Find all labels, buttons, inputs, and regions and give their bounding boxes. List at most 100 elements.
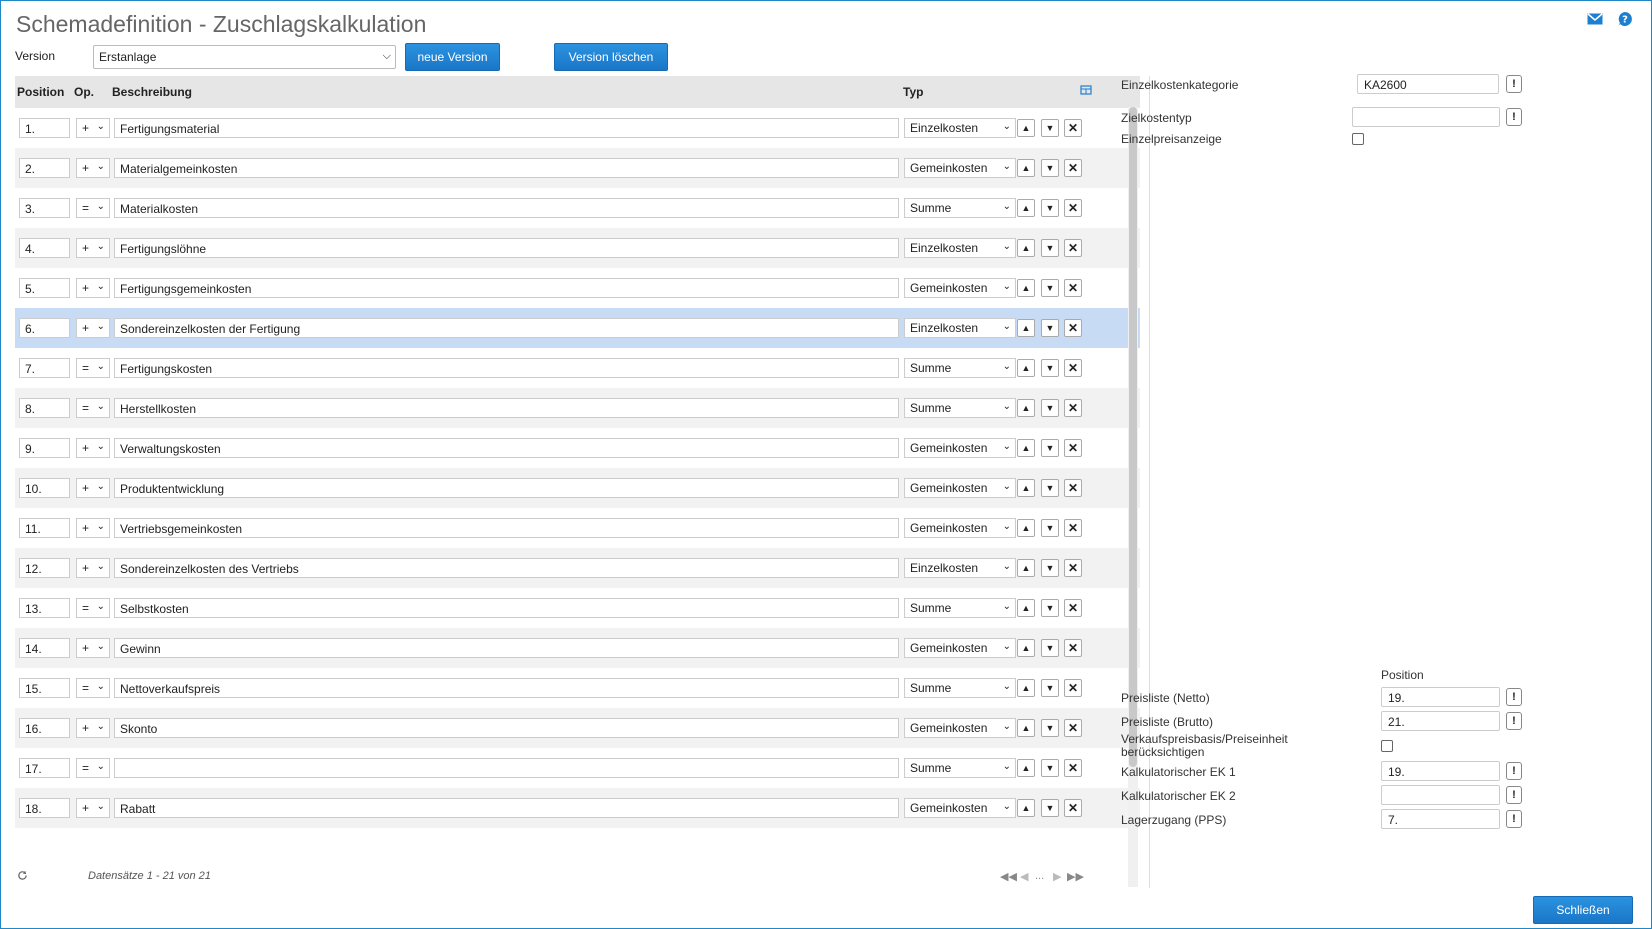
position-field[interactable]: 5. — [19, 278, 70, 298]
move-up-icon[interactable]: ▲ — [1017, 519, 1035, 537]
position-field[interactable]: 18. — [19, 798, 70, 818]
move-down-icon[interactable]: ▼ — [1041, 279, 1059, 297]
move-down-icon[interactable]: ▼ — [1041, 199, 1059, 217]
move-down-icon[interactable]: ▼ — [1041, 399, 1059, 417]
description-field[interactable]: Verwaltungskosten — [114, 438, 899, 458]
kalk-ek2-info-icon[interactable]: ! — [1506, 786, 1522, 804]
move-down-icon[interactable]: ▼ — [1041, 519, 1059, 537]
delete-row-icon[interactable]: ✕ — [1064, 479, 1082, 497]
close-button[interactable]: Schließen — [1533, 896, 1633, 924]
col-position[interactable]: Position — [17, 85, 64, 99]
move-down-icon[interactable]: ▼ — [1041, 319, 1059, 337]
move-up-icon[interactable]: ▲ — [1017, 559, 1035, 577]
position-field[interactable]: 14. — [19, 638, 70, 658]
description-field[interactable] — [114, 758, 899, 778]
position-field[interactable]: 17. — [19, 758, 70, 778]
description-field[interactable]: Sondereinzelkosten des Vertriebs — [114, 558, 899, 578]
move-down-icon[interactable]: ▼ — [1041, 719, 1059, 737]
table-row[interactable]: 12. + ⌄ Sondereinzelkosten des Vertriebs Ein… — [15, 548, 1140, 588]
typ-select[interactable]: Gemeinkosten ⌄ — [904, 158, 1016, 178]
delete-row-icon[interactable]: ✕ — [1064, 559, 1082, 577]
op-select[interactable]: + ⌄ — [76, 558, 110, 578]
typ-select[interactable]: Summe ⌄ — [904, 358, 1016, 378]
op-select[interactable]: = ⌄ — [76, 758, 110, 778]
table-row[interactable]: 17. = ⌄ Summe ⌄ ▲ ▼ ✕ — [15, 748, 1140, 788]
grid-scrollbar-thumb[interactable] — [1129, 107, 1137, 767]
col-typ[interactable]: Typ — [903, 85, 923, 99]
typ-select[interactable]: Gemeinkosten ⌄ — [904, 478, 1016, 498]
move-down-icon[interactable]: ▼ — [1041, 239, 1059, 257]
op-select[interactable]: + ⌄ — [76, 158, 110, 178]
move-up-icon[interactable]: ▲ — [1017, 639, 1035, 657]
delete-row-icon[interactable]: ✕ — [1064, 199, 1082, 217]
move-up-icon[interactable]: ▲ — [1017, 159, 1035, 177]
column-settings-icon[interactable] — [1080, 84, 1092, 99]
table-row[interactable]: 15. = ⌄ Nettoverkaufspreis Summe ⌄ ▲ ▼ ✕ — [15, 668, 1140, 708]
last-page-icon[interactable]: ▶▶ — [1067, 870, 1084, 883]
table-row[interactable]: 7. = ⌄ Fertigungskosten Summe ⌄ ▲ ▼ ✕ — [15, 348, 1140, 388]
table-row[interactable]: 2. + ⌄ Materialgemeinkosten Gemeinkosten ⌄ ▲ ▼ ✕ — [15, 148, 1140, 188]
table-row[interactable]: 11. + ⌄ Vertriebsgemeinkosten Gemeinkosten ⌄ ▲… — [15, 508, 1140, 548]
move-down-icon[interactable]: ▼ — [1041, 679, 1059, 697]
new-version-button[interactable]: neue Version — [405, 43, 500, 71]
description-field[interactable]: Nettoverkaufspreis — [114, 678, 899, 698]
lagerzugang-field[interactable]: 7. — [1381, 809, 1500, 829]
preisliste-netto-field[interactable]: 19. — [1381, 687, 1500, 707]
position-field[interactable]: 10. — [19, 478, 70, 498]
einzelkostenkategorie-field[interactable]: KA2600 — [1357, 74, 1499, 94]
next-page-icon[interactable]: ▶ — [1053, 870, 1061, 883]
move-up-icon[interactable]: ▲ — [1017, 719, 1035, 737]
delete-row-icon[interactable]: ✕ — [1064, 319, 1082, 337]
move-up-icon[interactable]: ▲ — [1017, 439, 1035, 457]
op-select[interactable]: + ⌄ — [76, 318, 110, 338]
delete-version-button[interactable]: Version löschen — [554, 43, 668, 71]
move-down-icon[interactable]: ▼ — [1041, 119, 1059, 137]
op-select[interactable]: + ⌄ — [76, 718, 110, 738]
position-field[interactable]: 8. — [19, 398, 70, 418]
mail-icon[interactable] — [1587, 11, 1603, 27]
op-select[interactable]: = ⌄ — [76, 398, 110, 418]
description-field[interactable]: Skonto — [114, 718, 899, 738]
move-up-icon[interactable]: ▲ — [1017, 119, 1035, 137]
position-field[interactable]: 7. — [19, 358, 70, 378]
position-field[interactable]: 6. — [19, 318, 70, 338]
position-field[interactable]: 4. — [19, 238, 70, 258]
table-row[interactable]: 5. + ⌄ Fertigungsgemeinkosten Gemeinkosten ⌄ ▲… — [15, 268, 1140, 308]
table-row[interactable]: 10. + ⌄ Produktentwicklung Gemeinkosten ⌄ ▲ ▼ ✕ — [15, 468, 1140, 508]
description-field[interactable]: Produktentwicklung — [114, 478, 899, 498]
description-field[interactable]: Gewinn — [114, 638, 899, 658]
position-field[interactable]: 2. — [19, 158, 70, 178]
move-down-icon[interactable]: ▼ — [1041, 559, 1059, 577]
einzelkostenkategorie-info-icon[interactable]: ! — [1506, 75, 1522, 93]
move-down-icon[interactable]: ▼ — [1041, 159, 1059, 177]
delete-row-icon[interactable]: ✕ — [1064, 239, 1082, 257]
delete-row-icon[interactable]: ✕ — [1064, 799, 1082, 817]
move-down-icon[interactable]: ▼ — [1041, 759, 1059, 777]
op-select[interactable]: + ⌄ — [76, 518, 110, 538]
description-field[interactable]: Fertigungsmaterial — [114, 118, 899, 138]
table-row[interactable]: 3. = ⌄ Materialkosten Summe ⌄ ▲ ▼ ✕ — [15, 188, 1140, 228]
move-down-icon[interactable]: ▼ — [1041, 439, 1059, 457]
typ-select[interactable]: Gemeinkosten ⌄ — [904, 798, 1016, 818]
table-row[interactable]: 16. + ⌄ Skonto Gemeinkosten ⌄ ▲ ▼ ✕ — [15, 708, 1140, 748]
position-field[interactable]: 1. — [19, 118, 70, 138]
lagerzugang-info-icon[interactable]: ! — [1506, 810, 1522, 828]
move-up-icon[interactable]: ▲ — [1017, 679, 1035, 697]
description-field[interactable]: Sondereinzelkosten der Fertigung — [114, 318, 899, 338]
typ-select[interactable]: Gemeinkosten ⌄ — [904, 718, 1016, 738]
description-field[interactable]: Fertigungskosten — [114, 358, 899, 378]
table-row[interactable]: 1. + ⌄ Fertigungsmaterial Einzelkosten ⌄ ▲ ▼ ✕ — [15, 108, 1140, 148]
op-select[interactable]: + ⌄ — [76, 118, 110, 138]
delete-row-icon[interactable]: ✕ — [1064, 439, 1082, 457]
description-field[interactable]: Rabatt — [114, 798, 899, 818]
position-field[interactable]: 11. — [19, 518, 70, 538]
typ-select[interactable]: Summe ⌄ — [904, 398, 1016, 418]
typ-select[interactable]: Gemeinkosten ⌄ — [904, 438, 1016, 458]
typ-select[interactable]: Einzelkosten ⌄ — [904, 238, 1016, 258]
position-field[interactable]: 12. — [19, 558, 70, 578]
zielkostentyp-field[interactable] — [1352, 107, 1500, 127]
first-page-icon[interactable]: ◀◀ — [1000, 870, 1017, 883]
einzelpreisanzeige-checkbox[interactable] — [1352, 133, 1364, 145]
op-select[interactable]: = ⌄ — [76, 198, 110, 218]
op-select[interactable]: + ⌄ — [76, 238, 110, 258]
